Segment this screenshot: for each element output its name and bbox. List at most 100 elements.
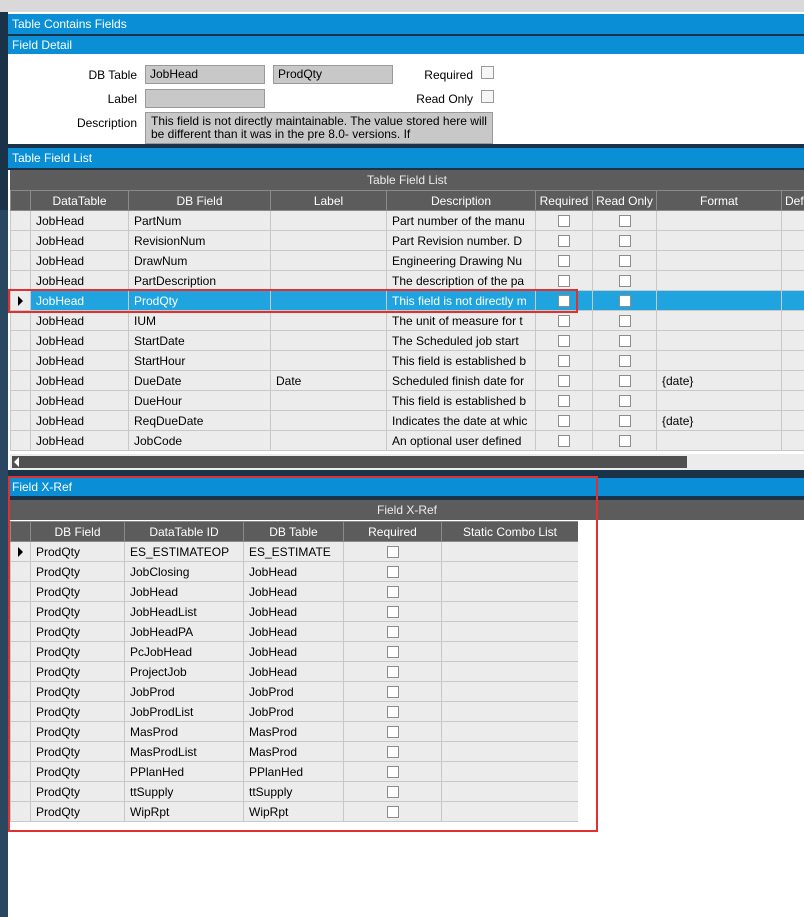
cell-label[interactable]: [270, 330, 387, 351]
read-only-checkbox[interactable]: [618, 315, 631, 328]
cell-read-only[interactable]: [592, 430, 657, 451]
cell-required[interactable]: [535, 330, 593, 351]
cell-def[interactable]: [781, 250, 804, 271]
cell-format[interactable]: [656, 250, 782, 271]
col-header-db-field[interactable]: DB Field: [128, 190, 271, 211]
read-only-checkbox[interactable]: [618, 335, 631, 348]
table-row[interactable]: JobHead DueDate Date Scheduled finish date …: [10, 370, 804, 391]
required-checkbox[interactable]: [558, 275, 570, 288]
cell-db-field[interactable]: DueHour: [128, 390, 271, 411]
table-row[interactable]: JobHead StartHour This field is establishe…: [10, 350, 804, 371]
cell-read-only[interactable]: [592, 210, 657, 231]
cell-description[interactable]: The Scheduled job start: [386, 330, 536, 351]
scroll-thumb[interactable]: [22, 456, 687, 468]
cell-format[interactable]: {date}: [656, 370, 782, 391]
description-field[interactable]: This field is not directly maintainable.…: [145, 112, 493, 144]
cell-datatable[interactable]: JobHead: [30, 270, 129, 291]
cell-required[interactable]: [535, 250, 593, 271]
required-checkbox[interactable]: [558, 215, 570, 228]
col-header-def[interactable]: Def: [781, 190, 804, 211]
cell-db-field[interactable]: DrawNum: [128, 250, 271, 271]
row-selector[interactable]: [10, 270, 31, 291]
cell-def[interactable]: [781, 370, 804, 391]
cell-format[interactable]: [656, 350, 782, 371]
cell-def[interactable]: [781, 410, 804, 431]
table-row[interactable]: JobHead StartDate The Scheduled job start: [10, 330, 804, 351]
cell-read-only[interactable]: [592, 310, 657, 331]
cell-read-only[interactable]: [592, 250, 657, 271]
read-only-checkbox[interactable]: [618, 415, 631, 428]
cell-def[interactable]: [781, 230, 804, 251]
required-checkbox[interactable]: [558, 335, 570, 348]
cell-label[interactable]: [270, 250, 387, 271]
cell-read-only[interactable]: [592, 290, 657, 311]
cell-label[interactable]: [270, 270, 387, 291]
cell-label[interactable]: [270, 310, 387, 331]
row-selector[interactable]: [10, 330, 31, 351]
table-row[interactable]: JobHead ReqDueDate Indicates the date at w…: [10, 410, 804, 431]
read-only-checkbox[interactable]: [618, 235, 631, 248]
cell-format[interactable]: [656, 330, 782, 351]
cell-datatable[interactable]: JobHead: [30, 370, 129, 391]
cell-datatable[interactable]: JobHead: [30, 330, 129, 351]
read-only-checkbox[interactable]: [618, 375, 631, 388]
cell-format[interactable]: [656, 390, 782, 411]
cell-description[interactable]: The description of the pa: [386, 270, 536, 291]
cell-def[interactable]: [781, 210, 804, 231]
table-row[interactable]: JobHead PartDescription The description of…: [10, 270, 804, 291]
required-checkbox[interactable]: [481, 66, 494, 79]
cell-datatable[interactable]: JobHead: [30, 430, 129, 451]
read-only-checkbox[interactable]: [481, 90, 494, 103]
cell-db-field[interactable]: ReqDueDate: [128, 410, 271, 431]
cell-required[interactable]: [535, 350, 593, 371]
cell-format[interactable]: {date}: [656, 410, 782, 431]
cell-db-field[interactable]: StartDate: [128, 330, 271, 351]
cell-db-field[interactable]: IUM: [128, 310, 271, 331]
col-header-read-only[interactable]: Read Only: [592, 190, 657, 211]
row-selector[interactable]: [10, 310, 31, 331]
table-row[interactable]: JobHead JobCode An optional user defined: [10, 430, 804, 451]
cell-label[interactable]: [270, 390, 387, 411]
row-selector[interactable]: [10, 210, 31, 231]
read-only-checkbox[interactable]: [618, 395, 631, 408]
cell-db-field[interactable]: PartDescription: [128, 270, 271, 291]
cell-label[interactable]: [270, 350, 387, 371]
cell-label[interactable]: [270, 230, 387, 251]
cell-db-field[interactable]: StartHour: [128, 350, 271, 371]
row-selector[interactable]: [10, 390, 31, 411]
label-field[interactable]: [145, 89, 265, 108]
read-only-checkbox[interactable]: [618, 435, 631, 448]
cell-format[interactable]: [656, 270, 782, 291]
required-checkbox[interactable]: [558, 395, 570, 408]
row-selector[interactable]: [10, 230, 31, 251]
required-checkbox[interactable]: [558, 235, 570, 248]
read-only-checkbox[interactable]: [618, 295, 631, 308]
cell-description[interactable]: An optional user defined: [386, 430, 536, 451]
cell-required[interactable]: [535, 390, 593, 411]
required-checkbox[interactable]: [558, 355, 570, 368]
scroll-left-button[interactable]: [12, 456, 22, 468]
read-only-checkbox[interactable]: [618, 275, 631, 288]
row-selector[interactable]: [10, 250, 31, 271]
cell-def[interactable]: [781, 270, 804, 291]
cell-description[interactable]: The unit of measure for t: [386, 310, 536, 331]
cell-db-field[interactable]: DueDate: [128, 370, 271, 391]
cell-required[interactable]: [535, 230, 593, 251]
cell-read-only[interactable]: [592, 230, 657, 251]
cell-label[interactable]: [270, 410, 387, 431]
cell-datatable[interactable]: JobHead: [30, 310, 129, 331]
cell-format[interactable]: [656, 230, 782, 251]
cell-datatable[interactable]: JobHead: [30, 230, 129, 251]
cell-label[interactable]: [270, 430, 387, 451]
cell-format[interactable]: [656, 430, 782, 451]
cell-description[interactable]: This field is established b: [386, 350, 536, 371]
cell-datatable[interactable]: JobHead: [30, 390, 129, 411]
table-row[interactable]: JobHead DueHour This field is established …: [10, 390, 804, 411]
cell-read-only[interactable]: [592, 390, 657, 411]
cell-description[interactable]: Part Revision number. D: [386, 230, 536, 251]
required-checkbox[interactable]: [558, 315, 570, 328]
required-checkbox[interactable]: [558, 435, 570, 448]
cell-read-only[interactable]: [592, 410, 657, 431]
col-header-required[interactable]: Required: [535, 190, 593, 211]
cell-def[interactable]: [781, 330, 804, 351]
